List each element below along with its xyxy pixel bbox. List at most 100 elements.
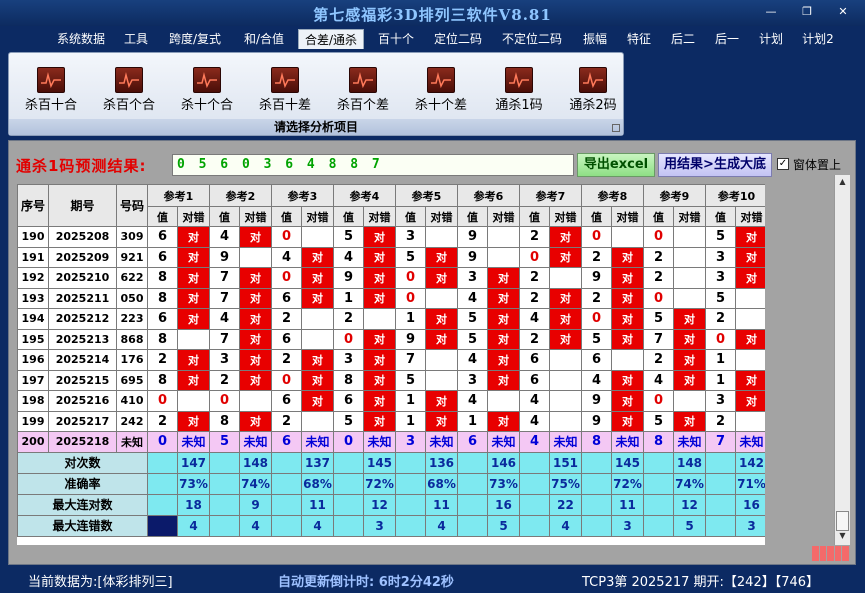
kill-sg-sum-button[interactable]: 杀十个合: [169, 65, 241, 115]
header-ref[interactable]: 参考10: [705, 184, 765, 207]
prediction-result-field[interactable]: 0 5 6 0 3 6 4 8 8 7: [172, 154, 574, 176]
menu-features[interactable]: 特征: [620, 29, 658, 49]
kill-bg-diff-button[interactable]: 杀百个差: [325, 65, 397, 115]
menu-nonposition-two[interactable]: 不定位二码: [496, 29, 568, 49]
header-ref[interactable]: 参考6: [457, 184, 520, 207]
header-ref[interactable]: 参考4: [333, 184, 396, 207]
kill-bg-sum-button[interactable]: 杀百个合: [91, 65, 163, 115]
menu-amplitude[interactable]: 振幅: [576, 29, 614, 49]
export-excel-button[interactable]: 导出excel: [577, 153, 655, 177]
miss-cell: [425, 349, 458, 371]
header-ref[interactable]: 参考3: [271, 184, 334, 207]
subheader-judge[interactable]: 对错: [425, 206, 458, 227]
kill-sg-diff-button[interactable]: 杀十个差: [403, 65, 475, 115]
restore-button[interactable]: ❐: [796, 5, 818, 19]
table-row[interactable]: 190 2025208 309 6 对 4 对 0 5 对 3 9 2 对 0 0 5 对: [17, 226, 765, 248]
miss-cell: [549, 410, 582, 432]
table-row[interactable]: 191 2025209 921 6 对 9 4 对 4 对 5 对 9 0 对 2 对 2 3 对: [17, 246, 765, 268]
menu-span-multiple[interactable]: 跨度/复式: [162, 29, 228, 49]
stat-value-cell: 5: [673, 514, 706, 537]
table-row[interactable]: 193 2025211 050 8 对 7 对 6 对 1 对 0 4 对 2 对 2 对 0 5: [17, 287, 765, 309]
subheader-value[interactable]: 值: [643, 206, 674, 227]
subheader-value[interactable]: 值: [395, 206, 426, 227]
subheader-judge[interactable]: 对错: [301, 206, 334, 227]
subheader-value[interactable]: 值: [209, 206, 240, 227]
dialog-launcher-icon[interactable]: [612, 124, 620, 132]
subheader-judge[interactable]: 对错: [363, 206, 396, 227]
kill-two-code-button[interactable]: 通杀2码: [555, 65, 627, 115]
header-number[interactable]: 号码: [116, 184, 148, 227]
header-ref[interactable]: 参考1: [147, 184, 210, 207]
subheader-value[interactable]: 值: [519, 206, 550, 227]
menu-plan[interactable]: 计划: [752, 29, 790, 49]
header-ref[interactable]: 参考8: [581, 184, 644, 207]
minimize-button[interactable]: —: [760, 5, 782, 19]
menu-tools[interactable]: 工具: [118, 29, 154, 49]
table-row[interactable]: 195 2025213 868 8 7 对 6 0 对 9 对 5 对 2 对 5 对 7 对 0 对: [17, 328, 765, 350]
header-ref[interactable]: 参考9: [643, 184, 706, 207]
topmost-checkbox[interactable]: ✓ 窗体置上: [777, 155, 841, 173]
ref-value-cell: 4: [643, 369, 674, 391]
hit-cell: 对: [301, 369, 334, 391]
table-row[interactable]: 194 2025212 223 6 对 4 对 2 2 1 对 5 对 4 对 0 对 5 对 2: [17, 308, 765, 330]
subheader-value[interactable]: 值: [333, 206, 364, 227]
kill-bs-diff-button[interactable]: 杀百十差: [247, 65, 319, 115]
scroll-up-icon[interactable]: ▲: [835, 175, 850, 189]
subheader-judge[interactable]: 对错: [239, 206, 272, 227]
kill-bs-sum-button[interactable]: 杀百十合: [13, 65, 85, 115]
subheader-judge[interactable]: 对错: [611, 206, 644, 227]
table-row[interactable]: 199 2025217 242 2 对 8 对 2 5 对 1 对 1 对 4 9 对 5 对 2: [17, 410, 765, 432]
subheader-judge[interactable]: 对错: [549, 206, 582, 227]
table-row[interactable]: 192 2025210 622 8 对 7 对 0 对 9 对 0 对 3 对 2 9 对 2 3 对: [17, 267, 765, 289]
row-period: 2025217: [48, 410, 117, 432]
menu-last-one[interactable]: 后一: [708, 29, 746, 49]
predict-row[interactable]: 200 2025218 未知 0 未知 5 未知 6 未知 0 未知 3 未知 6 未知 4 未知 8 未知 8 未知 7…: [17, 431, 765, 453]
generate-base-button[interactable]: 用结果>生成大底: [658, 153, 772, 177]
menu-plan2[interactable]: 计划2: [796, 29, 840, 49]
ref-value-cell: 7: [209, 287, 240, 309]
chart-icon: [271, 67, 299, 93]
miss-cell: [301, 328, 334, 350]
close-button[interactable]: ✕: [832, 5, 854, 19]
predicted-value-cell: 6: [457, 431, 488, 453]
header-ref[interactable]: 参考2: [209, 184, 272, 207]
stat-value-cell: 3: [363, 514, 396, 537]
subheader-value[interactable]: 值: [705, 206, 736, 227]
subheader-value[interactable]: 值: [457, 206, 488, 227]
ribbon-button-label: 杀百个合: [102, 98, 155, 113]
table-row[interactable]: 196 2025214 176 2 对 3 对 2 对 3 对 7 4 对 6 6 2 对 1: [17, 349, 765, 371]
ref-value-cell: 2: [271, 308, 302, 330]
header-ref[interactable]: 参考7: [519, 184, 582, 207]
scrollbar-thumb[interactable]: [836, 511, 849, 531]
row-index: 199: [17, 410, 49, 432]
header-index[interactable]: 序号: [17, 184, 49, 227]
subheader-judge[interactable]: 对错: [487, 206, 520, 227]
menu-system-data[interactable]: 系统数据: [52, 29, 110, 49]
subheader-value[interactable]: 值: [581, 206, 612, 227]
header-ref[interactable]: 参考5: [395, 184, 458, 207]
menu-last-two[interactable]: 后二: [664, 29, 702, 49]
subheader-judge[interactable]: 对错: [177, 206, 210, 227]
subheader-judge[interactable]: 对错: [673, 206, 706, 227]
table-row[interactable]: 197 2025215 695 8 对 2 对 0 对 8 对 5 3 对 6 4 对 4 对 1 对: [17, 369, 765, 391]
menu-hundreds-tens-units[interactable]: 百十个: [372, 29, 420, 49]
hit-cell: 对: [611, 267, 644, 289]
subheader-value[interactable]: 值: [271, 206, 302, 227]
hit-cell: 对: [239, 369, 272, 391]
stat-spacer: [643, 472, 674, 495]
menu-position-two[interactable]: 定位二码: [428, 29, 488, 49]
kill-one-code-button[interactable]: 通杀1码: [481, 65, 553, 115]
ref-value-cell: 4: [519, 390, 550, 412]
miss-cell: [673, 267, 706, 289]
scroll-down-icon[interactable]: ▼: [835, 529, 850, 543]
unknown-cell: 未知: [673, 431, 706, 453]
header-period[interactable]: 期号: [48, 184, 117, 227]
row-period: 2025212: [48, 308, 117, 330]
menu-sum-diff-kill[interactable]: 合差/通杀: [298, 29, 364, 49]
vertical-scrollbar[interactable]: ▲ ▼: [834, 175, 850, 545]
subheader-judge[interactable]: 对错: [735, 206, 765, 227]
subheader-value[interactable]: 值: [147, 206, 178, 227]
table-row[interactable]: 198 2025216 410 0 0 6 对 6 对 1 对 4 4 9 对 0 3 对: [17, 390, 765, 412]
menu-sum[interactable]: 和/合值: [236, 29, 292, 49]
miss-cell: [611, 226, 644, 248]
